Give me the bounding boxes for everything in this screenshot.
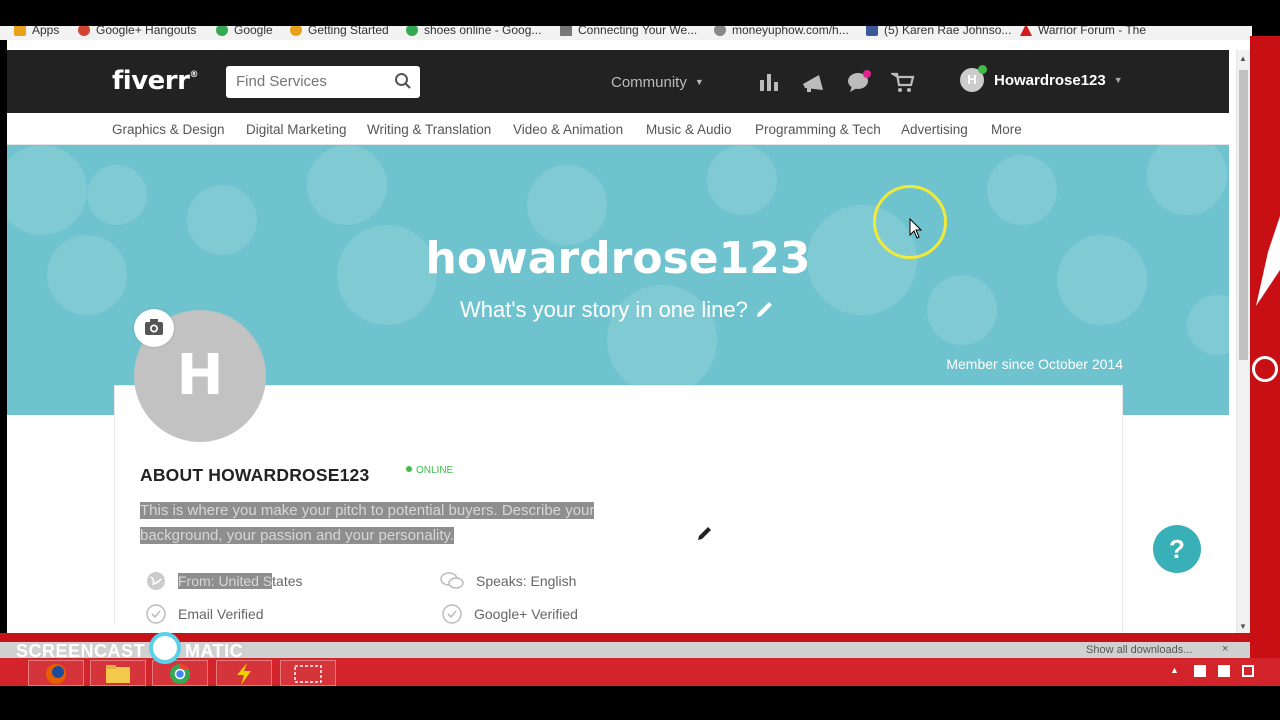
user-menu[interactable]: H Howardrose123 ▼ — [960, 65, 1123, 92]
snipping-tool-icon — [294, 665, 322, 683]
apps-icon — [14, 26, 26, 36]
chrome-icon — [290, 26, 302, 36]
bookmark-moneyup[interactable]: moneyuphow.com/h... — [714, 26, 849, 37]
snipping-taskbar-button[interactable] — [280, 660, 336, 686]
page-scrollbar[interactable]: ▲ ▼ — [1236, 50, 1250, 633]
caret-down-icon: ▼ — [1113, 75, 1123, 85]
page-icon — [560, 26, 572, 36]
pencil-icon[interactable] — [754, 298, 776, 320]
category-music-audio[interactable]: Music & Audio — [646, 122, 732, 137]
bookmark-facebook[interactable]: (5) Karen Rae Johnso... — [866, 26, 1011, 37]
messages-icon — [848, 70, 871, 92]
category-navigation: Graphics & Design Digital Marketing Writ… — [7, 113, 1229, 145]
check-circle-icon — [442, 604, 462, 624]
google-icon — [216, 26, 228, 36]
top-navigation: fiverr® Community▼ H Howardrose123 ▼ — [7, 50, 1229, 113]
folder-icon — [106, 665, 130, 683]
messages-icon-wrap[interactable] — [847, 70, 871, 94]
search-icon[interactable] — [394, 72, 412, 90]
speaks-info: Speaks: English — [440, 571, 576, 591]
lightning-icon — [237, 663, 251, 685]
screen: Apps Google+ Hangouts Google Getting Sta… — [0, 0, 1280, 720]
decorative-logo-icon — [1252, 356, 1278, 382]
bookmark-shoes[interactable]: shoes online - Goog... — [406, 26, 541, 37]
decorative-bubble — [1147, 145, 1227, 215]
volume-icon[interactable] — [1218, 665, 1230, 677]
google-verified-info: Google+ Verified — [442, 604, 578, 624]
online-status-badge: ONLINE — [406, 465, 453, 476]
decorative-bubble — [307, 145, 387, 225]
network-icon[interactable] — [1194, 665, 1206, 677]
bookmark-google[interactable]: Google — [216, 26, 273, 37]
screencast-logo-icon — [149, 632, 182, 664]
google-icon — [406, 26, 418, 36]
scroll-down-icon[interactable]: ▼ — [1239, 622, 1247, 631]
decorative-shape — [1256, 216, 1280, 306]
chat-bubbles-icon — [440, 572, 464, 589]
system-tray: ▲ — [1170, 665, 1254, 677]
camera-icon — [145, 319, 163, 335]
chrome-icon — [170, 663, 190, 684]
bookmark-getting-started[interactable]: Getting Started — [290, 26, 389, 37]
member-since: Member since October 2014 — [946, 356, 1123, 372]
caret-down-icon: ▼ — [694, 77, 704, 87]
upload-photo-button[interactable] — [134, 309, 174, 347]
fiverr-logo[interactable]: fiverr® — [112, 66, 198, 96]
facebook-icon — [866, 26, 878, 36]
category-digital-marketing[interactable]: Digital Marketing — [246, 122, 347, 137]
browser-viewport: fiverr® Community▼ H Howardrose123 ▼ Gra… — [7, 40, 1250, 633]
decorative-bubble — [987, 155, 1057, 225]
bookmark-hangouts[interactable]: Google+ Hangouts — [78, 26, 196, 37]
decorative-bubble — [707, 145, 777, 215]
profile-description[interactable]: This is where you make your pitch to pot… — [140, 498, 646, 548]
close-icon[interactable]: × — [1222, 643, 1228, 655]
avatar: H — [960, 65, 987, 92]
check-circle-icon — [146, 604, 166, 624]
category-advertising[interactable]: Advertising — [901, 122, 968, 137]
hangouts-icon — [78, 26, 90, 36]
tray-expand-icon[interactable]: ▲ — [1170, 665, 1182, 677]
from-info: From: United States — [146, 571, 303, 591]
search-box — [226, 66, 420, 98]
site-icon — [714, 26, 726, 36]
firefox-icon — [46, 664, 66, 684]
category-programming-tech[interactable]: Programming & Tech — [755, 122, 881, 137]
mouse-cursor-icon — [909, 218, 923, 239]
scroll-up-icon[interactable]: ▲ — [1239, 54, 1247, 63]
category-video-animation[interactable]: Video & Animation — [513, 122, 623, 137]
help-button[interactable]: ? — [1153, 525, 1201, 573]
community-dropdown[interactable]: Community ▼ — [611, 74, 704, 91]
scrollbar-thumb[interactable] — [1239, 70, 1248, 360]
bookmarks-bar: Apps Google+ Hangouts Google Getting Sta… — [0, 26, 1252, 40]
desktop-background-edge — [1250, 36, 1280, 666]
cart-icon[interactable] — [891, 70, 915, 94]
decorative-bubble — [7, 145, 87, 235]
megaphone-icon[interactable] — [801, 70, 827, 94]
bookmark-warrior[interactable]: Warrior Forum - The — [1020, 26, 1146, 37]
flag-icon[interactable] — [1242, 665, 1254, 677]
search-input[interactable] — [236, 73, 386, 90]
bookmark-connecting[interactable]: Connecting Your We... — [560, 26, 697, 37]
hero-username: howardrose123 — [425, 233, 811, 284]
category-graphics-design[interactable]: Graphics & Design — [112, 122, 225, 137]
decorative-bubble — [87, 165, 147, 225]
about-title: ABOUT HOWARDROSE123 — [140, 465, 370, 485]
edit-pencil-icon[interactable] — [697, 525, 713, 541]
online-dot-icon — [978, 65, 987, 74]
bookmark-apps[interactable]: Apps — [14, 26, 59, 37]
category-writing-translation[interactable]: Writing & Translation — [367, 122, 491, 137]
warrior-icon — [1020, 26, 1032, 36]
username-label: Howardrose123 — [994, 71, 1106, 89]
analytics-icon[interactable] — [757, 70, 781, 94]
globe-icon — [147, 572, 165, 590]
show-all-downloads-link[interactable]: Show all downloads... — [1086, 644, 1192, 656]
category-more[interactable]: More — [991, 122, 1022, 137]
email-verified-info: Email Verified — [146, 604, 264, 624]
screencast-watermark: RECORDED WITH SCREENCAST MATIC — [16, 624, 243, 664]
